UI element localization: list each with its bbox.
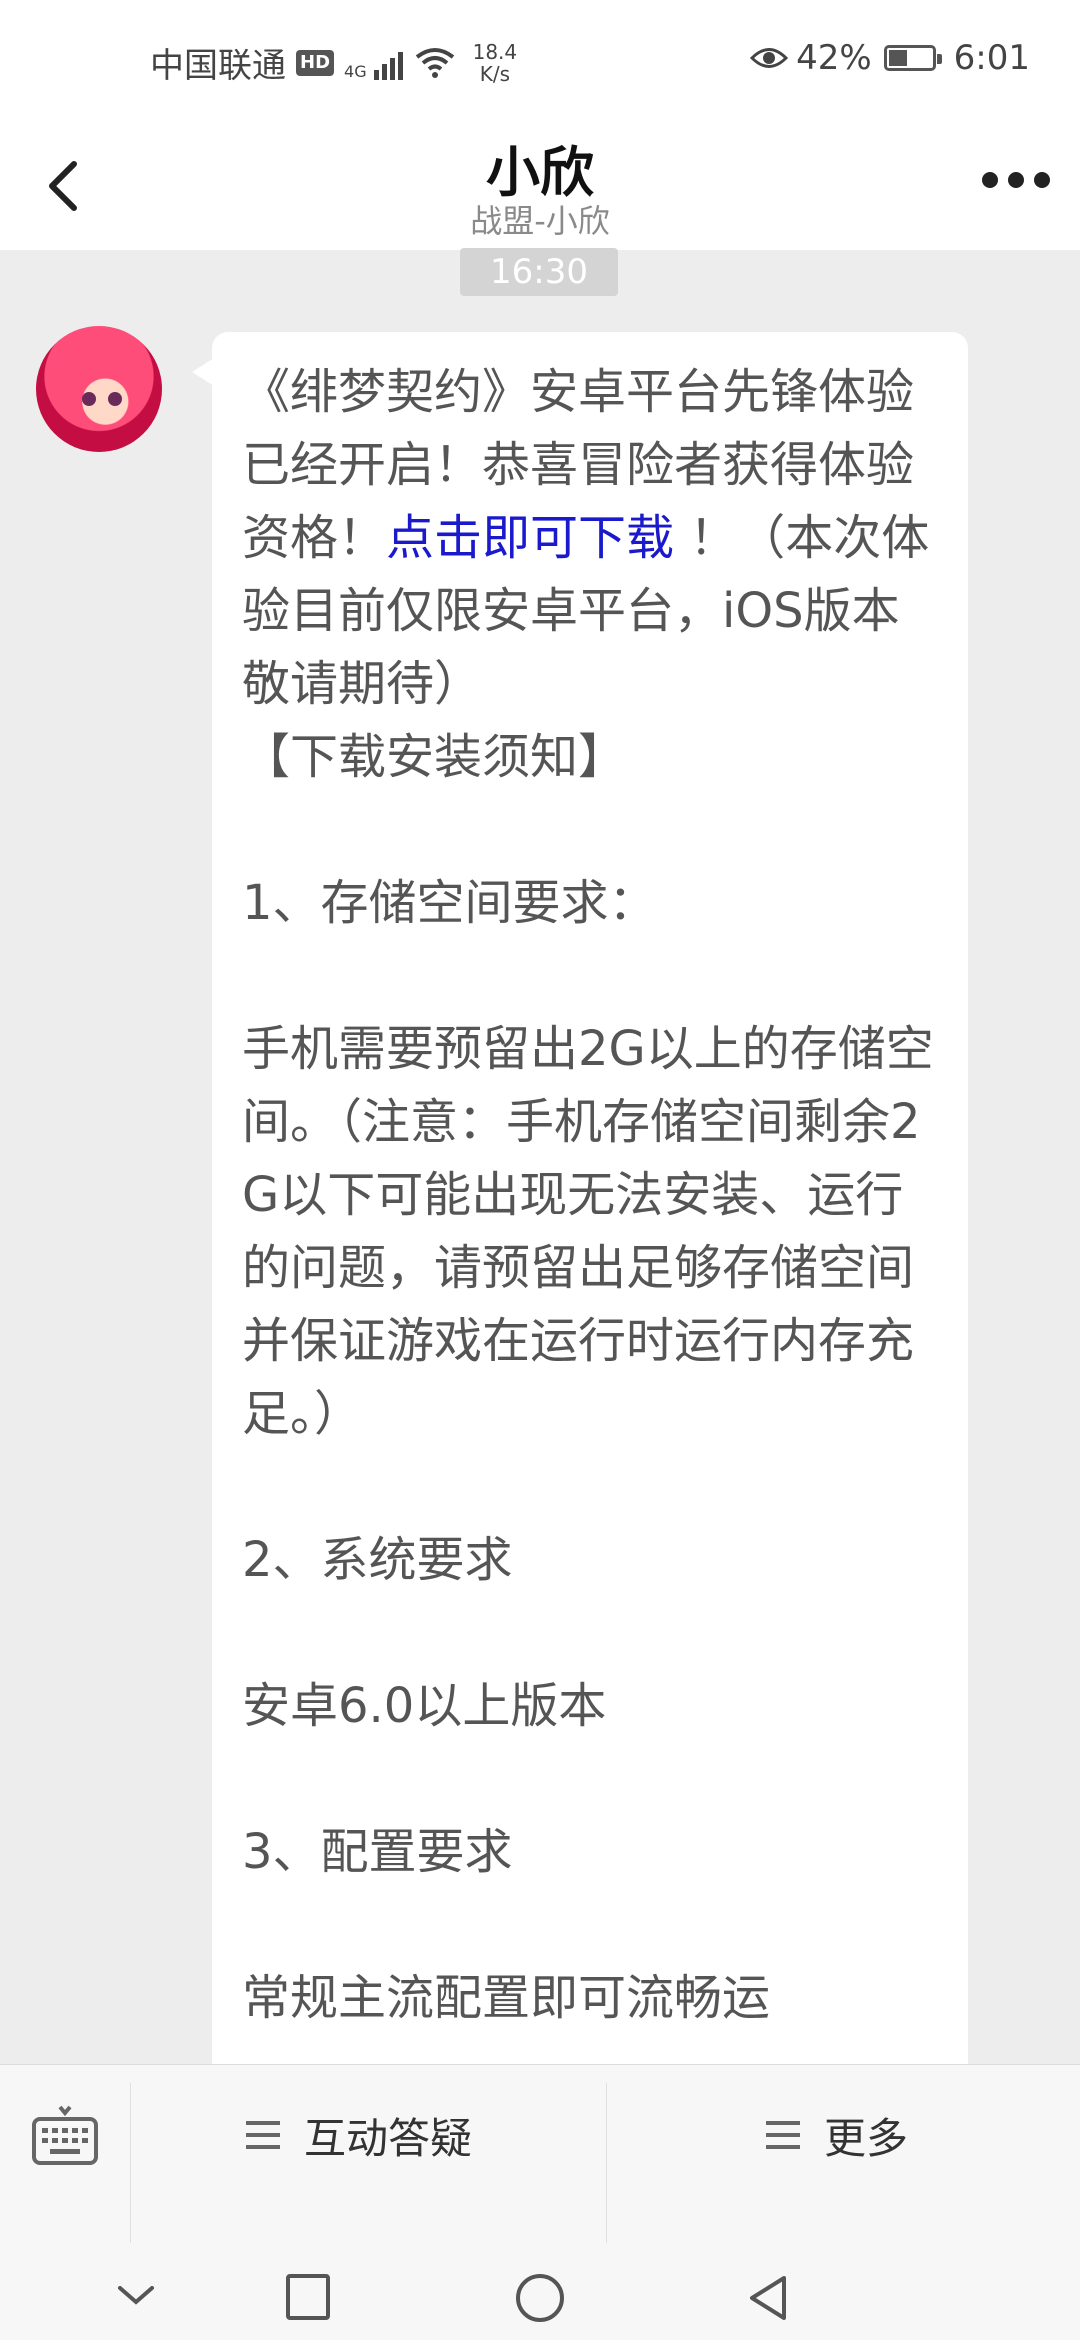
more-dots-icon[interactable] [982,172,1050,188]
hd-badge: HD [296,49,335,76]
menu-divider [130,2083,131,2243]
clock: 6:01 [953,38,1030,78]
wifi-icon [415,47,454,78]
chat-header: 小欣 战盟-小欣 [0,120,1080,250]
bottom-menu-bar: 互动答疑 更多 [0,2064,1080,2261]
download-link[interactable]: 点击即可下载 [386,510,674,566]
nav-recents-icon[interactable] [284,2272,332,2324]
nav-down-icon[interactable] [112,2272,160,2320]
message-text: 《绯梦契约》安卓平台先锋体验已经开启！恭喜冒险者获得体验资格！点击即可下载 ！（… [242,356,938,2035]
status-left: 中国联通 HD 4G 18.4 K/s [150,38,517,87]
menu-interactive-qa-button[interactable]: 互动答疑 [246,2105,472,2165]
status-bar: 中国联通 HD 4G 18.4 K/s 42% 6:01 [0,0,1080,120]
menu-item-label: 更多 [824,2113,909,2163]
hamburger-icon [246,2121,280,2149]
system-nav-bar [0,2260,1080,2340]
network-type: 4G [344,61,367,81]
message-part2: ！（本次体验目前仅限安卓平台，iOS版本敬请期待） 【下载安装须知】 1、存储空… [242,510,934,2026]
network-speed: 18.4 K/s [473,41,518,85]
menu-item-label: 互动答疑 [304,2113,473,2163]
status-right: 42% 6:01 [750,38,1030,78]
hamburger-icon [766,2121,800,2149]
menu-divider [606,2083,607,2243]
menu-more-button[interactable]: 更多 [766,2105,908,2165]
nav-back-icon[interactable] [744,2272,792,2324]
avatar[interactable] [36,326,162,452]
message-bubble: 《绯梦契约》安卓平台先锋体验已经开启！恭喜冒险者获得体验资格！点击即可下载 ！（… [212,332,968,2132]
battery-icon [883,45,942,71]
bubble-tail [192,358,214,386]
speed-value: 18.4 [472,39,518,64]
nav-home-icon[interactable] [514,2272,566,2324]
keyboard-icon[interactable] [30,2101,100,2171]
speed-unit: K/s [479,61,510,86]
cellular-signal-icon: 4G [344,46,403,80]
carrier-name: 中国联通 [150,46,286,86]
eye-comfort-icon [750,48,789,68]
message-timestamp: 16:30 [460,248,618,296]
chat-subtitle: 战盟-小欣 [470,202,610,240]
battery-percent: 42% [796,38,872,78]
